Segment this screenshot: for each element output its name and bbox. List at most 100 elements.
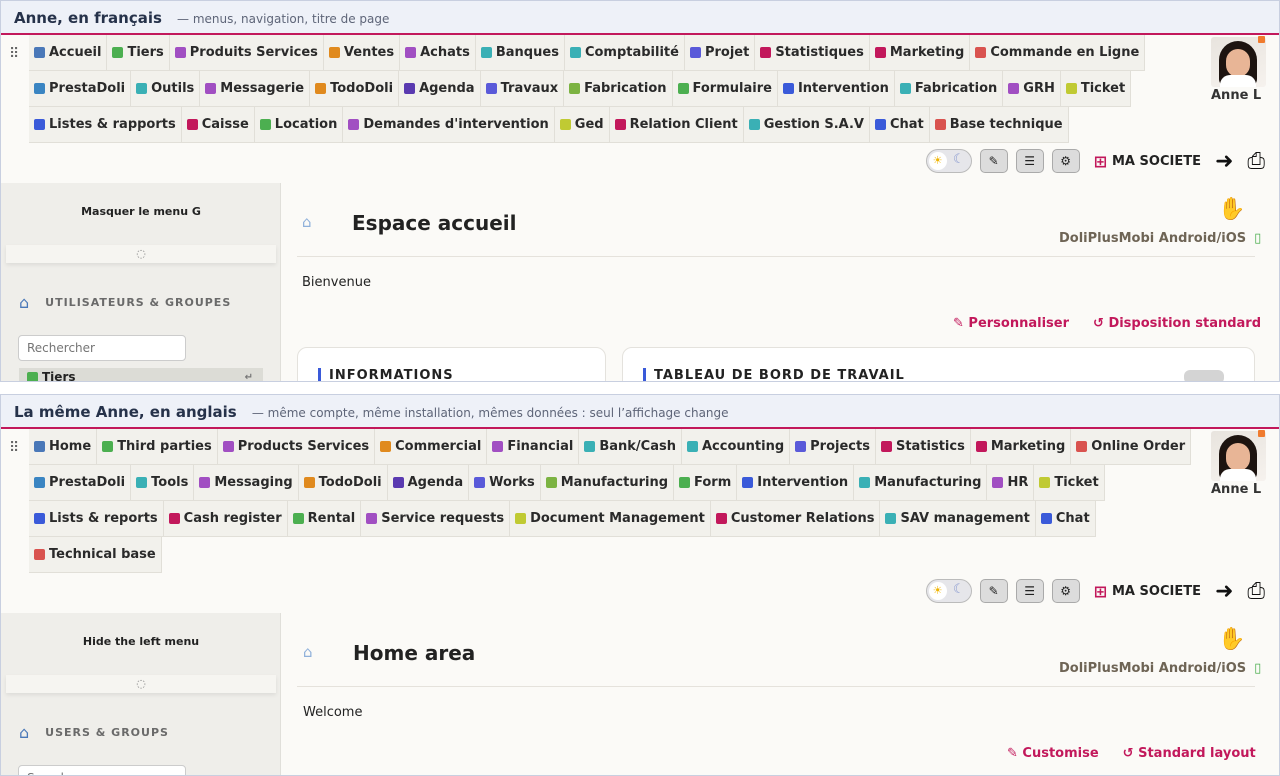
left-menu-item-tiers[interactable]: Tiers ↵ bbox=[19, 368, 263, 381]
menu-item-factory[interactable]: Manufacturing bbox=[540, 465, 674, 501]
gear-icon[interactable]: ⚙ bbox=[1051, 579, 1080, 603]
menu-item-cubes[interactable]: Products Services bbox=[217, 429, 376, 465]
menu-item-mail[interactable]: Messagerie bbox=[200, 71, 311, 107]
menu-item-folder[interactable]: Ged bbox=[554, 107, 610, 143]
menu-item-truck[interactable]: Rental bbox=[287, 501, 362, 537]
menu-item-hands[interactable]: SAV management bbox=[880, 501, 1036, 537]
list-icon[interactable]: ☰ bbox=[1015, 579, 1044, 603]
theme-toggle[interactable]: ☀ ☾ bbox=[925, 579, 972, 603]
menu-item-form[interactable]: Formulaire bbox=[672, 71, 778, 107]
menu-item-users[interactable]: GRH bbox=[1003, 71, 1061, 107]
menu-item-bank[interactable]: Banques bbox=[475, 35, 565, 71]
menu-item-bullhorn[interactable]: Marketing bbox=[970, 429, 1072, 465]
menu-item-wrench[interactable]: Intervention bbox=[737, 465, 855, 501]
menu-item-book[interactable]: Base technique bbox=[929, 107, 1069, 143]
menu-item-sync[interactable]: PrestaDoli bbox=[29, 71, 132, 107]
avatar[interactable] bbox=[1211, 37, 1266, 87]
user-name[interactable]: Anne L bbox=[1211, 88, 1261, 103]
menu-item-calendar[interactable]: TodoDoli bbox=[310, 71, 400, 107]
search-input[interactable] bbox=[18, 335, 186, 361]
menu-item-factory[interactable]: Fabrication bbox=[564, 71, 673, 107]
menu-item-users[interactable]: HR bbox=[987, 465, 1035, 501]
menu-item-bank[interactable]: Bank/Cash bbox=[579, 429, 682, 465]
users-groups-section[interactable]: ⌂ USERS & GROUPS bbox=[19, 723, 169, 742]
menu-item-cash[interactable]: Caisse bbox=[181, 107, 255, 143]
customize-link[interactable]: ✎ Personnaliser bbox=[953, 316, 1069, 331]
menu-item-book[interactable]: Technical base bbox=[29, 537, 162, 573]
menu-item-home[interactable]: Accueil bbox=[29, 35, 108, 71]
menu-item-building[interactable]: Third parties bbox=[97, 429, 218, 465]
print-icon[interactable]: ⎙ bbox=[1247, 149, 1265, 174]
menu-item-scale[interactable]: Accounting bbox=[681, 429, 791, 465]
menu-item-chat[interactable]: Chat bbox=[1035, 501, 1096, 537]
menu-item-handshake[interactable]: Relation Client bbox=[609, 107, 744, 143]
menu-item-order[interactable]: Online Order bbox=[1071, 429, 1192, 465]
menu-item-clock[interactable]: Agenda bbox=[387, 465, 470, 501]
menu-item-chart[interactable]: Statistiques bbox=[755, 35, 870, 71]
mobile-app-link[interactable]: DoliPlusMobi Android/iOS ▯ bbox=[1059, 661, 1261, 676]
user-name[interactable]: Anne L bbox=[1211, 482, 1261, 497]
top-menu: Accueil Tiers Produits Services Ventes Achat… bbox=[29, 35, 1211, 143]
company-link[interactable]: ⊞ MA SOCIETE bbox=[1094, 152, 1201, 171]
mobile-app-link[interactable]: DoliPlusMobi Android/iOS ▯ bbox=[1059, 231, 1261, 246]
menu-item-tools[interactable]: Tools bbox=[131, 465, 195, 501]
menu-item-cylinder[interactable]: Fabrication bbox=[894, 71, 1004, 107]
customize-link[interactable]: ✎ Customise bbox=[1007, 746, 1099, 761]
menu-item-cash[interactable]: Cash register bbox=[163, 501, 288, 537]
menu-item-euro[interactable]: Ventes bbox=[323, 35, 401, 71]
menu-item-file[interactable]: Service requests bbox=[361, 501, 511, 537]
menu-item-hands[interactable]: Gestion S.A.V bbox=[743, 107, 870, 143]
menu-item-label: Travaux bbox=[500, 81, 559, 96]
search-input[interactable] bbox=[18, 765, 186, 775]
gear-icon[interactable]: ⚙ bbox=[1051, 149, 1080, 173]
menu-item-order[interactable]: Commande en Ligne bbox=[970, 35, 1146, 71]
menu-item-home[interactable]: Home bbox=[29, 429, 98, 465]
logout-icon[interactable]: ➜ bbox=[1215, 149, 1233, 174]
menu-item-mail[interactable]: Messaging bbox=[194, 465, 299, 501]
menu-item-lifebuoy[interactable]: Ticket bbox=[1034, 465, 1105, 501]
moon-icon: ☾ bbox=[952, 152, 965, 167]
menu-item-table[interactable]: Listes & rapports bbox=[29, 107, 182, 143]
menu-item-coins[interactable]: Financial bbox=[487, 429, 580, 465]
company-link[interactable]: ⊞ MA SOCIETE bbox=[1094, 582, 1201, 601]
edit-icon[interactable]: ✎ bbox=[979, 149, 1008, 173]
theme-toggle[interactable]: ☀ ☾ bbox=[925, 149, 972, 173]
menu-item-calendar[interactable]: TodoDoli bbox=[298, 465, 388, 501]
hide-left-menu-link[interactable]: Masquer le menu G bbox=[1, 205, 281, 218]
menu-item-sync[interactable]: PrestaDoli bbox=[29, 465, 132, 501]
menu-item-folder[interactable]: Document Management bbox=[510, 501, 711, 537]
edit-icon[interactable]: ✎ bbox=[979, 579, 1008, 603]
menu-item-cylinder[interactable]: Manufacturing bbox=[854, 465, 988, 501]
users-groups-section[interactable]: ⌂ UTILISATEURS & GROUPES bbox=[19, 293, 231, 312]
menu-item-bullhorn[interactable]: Marketing bbox=[869, 35, 971, 71]
menu-item-sitemap[interactable]: Projects bbox=[790, 429, 876, 465]
menu-item-works[interactable]: Travaux bbox=[480, 71, 565, 107]
menu-grip-icon[interactable]: ⠿ bbox=[9, 440, 19, 456]
avatar[interactable] bbox=[1211, 431, 1266, 481]
menu-item-building[interactable]: Tiers bbox=[107, 35, 170, 71]
list-icon[interactable]: ☰ bbox=[1015, 149, 1044, 173]
menu-item-table[interactable]: Lists & reports bbox=[29, 501, 164, 537]
print-icon[interactable]: ⎙ bbox=[1247, 579, 1265, 604]
menu-item-works[interactable]: Works bbox=[469, 465, 541, 501]
menu-item-lifebuoy[interactable]: Ticket bbox=[1060, 71, 1132, 107]
menu-item-wrench[interactable]: Intervention bbox=[777, 71, 895, 107]
menu-item-chat[interactable]: Chat bbox=[869, 107, 930, 143]
menu-grip-icon[interactable]: ⠿ bbox=[9, 46, 19, 62]
default-layout-link[interactable]: ↺ Disposition standard bbox=[1093, 316, 1261, 331]
hide-left-menu-link[interactable]: Hide the left menu bbox=[1, 635, 281, 648]
menu-item-clock[interactable]: Agenda bbox=[399, 71, 481, 107]
menu-item-form[interactable]: Form bbox=[674, 465, 738, 501]
menu-item-coins[interactable]: Achats bbox=[400, 35, 476, 71]
menu-item-chart[interactable]: Statistics bbox=[875, 429, 971, 465]
logout-icon[interactable]: ➜ bbox=[1215, 579, 1233, 604]
menu-item-file[interactable]: Demandes d'intervention bbox=[343, 107, 555, 143]
menu-item-tools[interactable]: Outils bbox=[131, 71, 201, 107]
default-layout-link[interactable]: ↺ Standard layout bbox=[1123, 746, 1256, 761]
menu-item-euro[interactable]: Commercial bbox=[375, 429, 488, 465]
menu-item-cubes[interactable]: Produits Services bbox=[169, 35, 324, 71]
menu-item-scale[interactable]: Comptabilité bbox=[564, 35, 685, 71]
menu-item-handshake[interactable]: Customer Relations bbox=[710, 501, 881, 537]
menu-item-truck[interactable]: Location bbox=[254, 107, 344, 143]
menu-item-sitemap[interactable]: Projet bbox=[684, 35, 756, 71]
